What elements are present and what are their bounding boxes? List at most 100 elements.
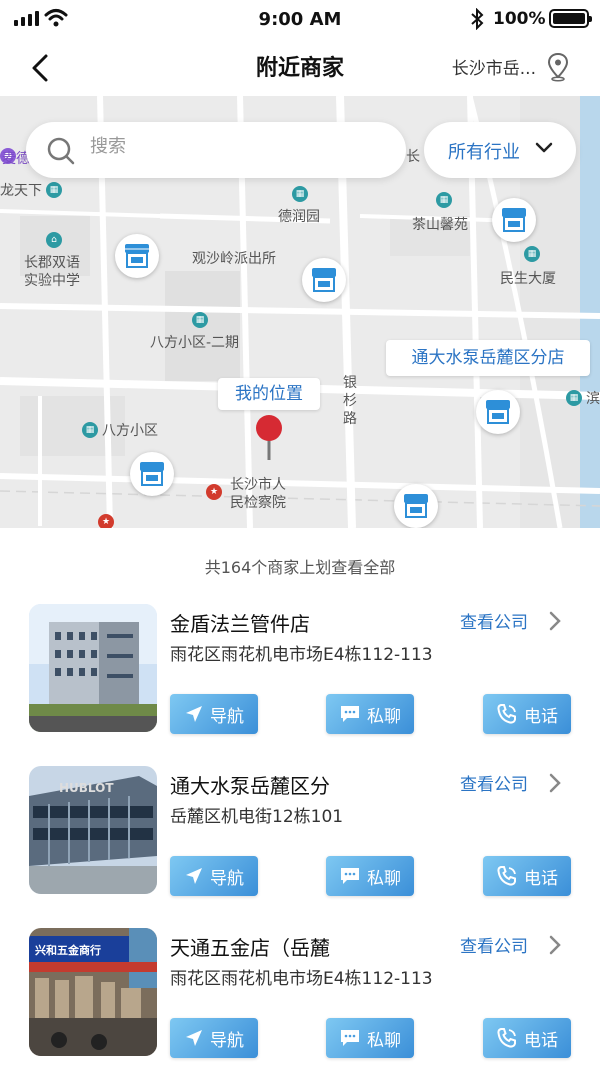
map-view[interactable]: ● 麦德 龙天下 ▦ ⌂ 长郡双语 实验中学 ▦ 德润园 观沙岭派出所 ▦ 茶山…: [0, 96, 600, 528]
poi-minsheng-icon: ▦: [524, 246, 540, 262]
navigate-label: 导航: [210, 1030, 244, 1051]
chat-label: 私聊: [367, 706, 401, 727]
view-company-link[interactable]: 查看公司: [460, 608, 528, 633]
merchant-photo: [29, 604, 157, 732]
building-icon: ▦: [192, 312, 208, 328]
nav-bar: 附近商家 长沙市岳...: [0, 40, 600, 96]
chat-bubble-icon: [341, 706, 359, 722]
navigate-button[interactable]: 导航: [170, 856, 258, 896]
svg-text:兴和五金商行: 兴和五金商行: [35, 943, 101, 957]
location-pin-icon[interactable]: [546, 52, 570, 82]
merchant-list[interactable]: 共164个商家上划查看全部 金盾法兰管件店 查看公司 雨花区雨花机电市场E4栋1…: [0, 528, 600, 1067]
poi-jianchayuan: 长沙市人 民检察院: [230, 477, 286, 511]
svg-text:HUBLOT: HUBLOT: [59, 781, 114, 795]
poi-bafang2: 八方小区-二期: [150, 335, 240, 351]
phone-icon: [497, 1028, 516, 1048]
search-input[interactable]: [90, 136, 380, 157]
poi-changjun: 长郡双语 实验中学: [24, 255, 80, 289]
emblem-icon: ★: [206, 484, 222, 500]
chevron-right-icon[interactable]: [548, 610, 562, 632]
building-icon: ▦: [524, 246, 540, 262]
poi-partial: ★: [98, 514, 114, 528]
poi-bin: ▦ 滨: [566, 388, 600, 408]
building-icon: ▦: [566, 390, 582, 406]
industry-filter-label: 所有行业: [448, 142, 520, 163]
star-icon: ★: [98, 514, 114, 528]
battery-percent: 100%: [493, 9, 546, 29]
poi-guanshaling: 观沙岭派出所: [192, 251, 276, 267]
bluetooth-icon: [471, 8, 484, 30]
navigation-arrow-icon: [186, 706, 202, 722]
chat-label: 私聊: [367, 868, 401, 889]
merchant-photo: 兴和五金商行: [29, 928, 157, 1056]
merchant-address: 雨花区雨花机电市场E4栋112-113: [170, 969, 433, 989]
call-label: 电话: [524, 706, 558, 727]
poi-chashan: 茶山馨苑: [412, 217, 468, 233]
building-icon: ▦: [82, 422, 98, 438]
poi-longtianxia: 龙天下 ▦: [0, 180, 62, 200]
poi-bafang2-icon: ▦: [192, 312, 208, 328]
my-location-label: 我的位置: [218, 378, 320, 410]
chevron-right-icon[interactable]: [548, 772, 562, 794]
chevron-right-icon[interactable]: [548, 934, 562, 956]
shop-icon: [125, 244, 149, 268]
poi-derunyuan: 德润园: [278, 209, 320, 225]
merchant-photo: HUBLOT: [29, 766, 157, 894]
merchant-name[interactable]: 通大水泵岳麓区分: [170, 770, 450, 799]
navigate-button[interactable]: 导航: [170, 694, 258, 734]
merchant-card[interactable]: 金盾法兰管件店 查看公司 雨花区雨花机电市场E4栋112-113 导航 私聊 电…: [0, 604, 600, 766]
shop-marker[interactable]: [394, 484, 438, 528]
shop-icon: [140, 462, 164, 486]
chat-button[interactable]: 私聊: [326, 1018, 414, 1058]
call-button[interactable]: 电话: [483, 694, 571, 734]
search-icon: [47, 137, 75, 165]
building-icon: ▦: [292, 186, 308, 202]
poi-derunyuan-icon: ▦: [292, 186, 308, 202]
phone-icon: [497, 704, 516, 724]
poi-chashan-icon: ▦: [436, 192, 452, 208]
shop-marker[interactable]: [476, 390, 520, 434]
merchant-address: 雨花区雨花机电市场E4栋112-113: [170, 645, 433, 665]
poi-jianchayuan-icon: ★: [206, 484, 222, 500]
chat-button[interactable]: 私聊: [326, 856, 414, 896]
status-bar: 9:00 AM 100%: [0, 0, 600, 40]
navigation-arrow-icon: [186, 868, 202, 884]
search-bar[interactable]: [26, 122, 406, 178]
call-label: 电话: [524, 1030, 558, 1051]
shop-marker[interactable]: [130, 452, 174, 496]
city-selector[interactable]: 长沙市岳...: [452, 54, 536, 79]
shop-marker[interactable]: [492, 198, 536, 242]
industry-filter[interactable]: 所有行业: [424, 122, 576, 178]
chevron-down-icon: [535, 142, 553, 153]
merchant-card[interactable]: 兴和五金商行 天通五金店（岳麓 查看公司 雨花区雨花机电市场E4栋112-113…: [0, 928, 600, 1067]
call-button[interactable]: 电话: [483, 856, 571, 896]
merchant-name[interactable]: 天通五金店（岳麓: [170, 932, 450, 961]
merchant-address: 岳麓区机电街12栋101: [170, 807, 344, 827]
shop-marker[interactable]: [302, 258, 346, 302]
navigate-button[interactable]: 导航: [170, 1018, 258, 1058]
shop-icon: [502, 208, 526, 232]
poi-minsheng: 民生大厦: [500, 271, 556, 287]
merchant-count-text: 共164个商家上划查看全部: [204, 558, 396, 577]
view-company-link[interactable]: 查看公司: [460, 932, 528, 957]
call-label: 电话: [524, 868, 558, 889]
shop-icon: [312, 268, 336, 292]
building-icon: ▦: [46, 182, 62, 198]
poi-label: 滨: [586, 391, 600, 407]
merchant-card[interactable]: HUBLOT 通大水泵岳麓区分 查看公司 岳麓区机电街12栋101 导航 私聊 …: [0, 766, 600, 928]
road-label: 银杉路: [343, 375, 357, 427]
view-company-link[interactable]: 查看公司: [460, 770, 528, 795]
merchant-map-label[interactable]: 通大水泵岳麓区分店: [386, 340, 590, 376]
navigation-arrow-icon: [186, 1030, 202, 1046]
navigate-label: 导航: [210, 868, 244, 889]
chat-button[interactable]: 私聊: [326, 694, 414, 734]
poi-bafang: ▦ 八方小区: [82, 420, 158, 440]
battery-icon: [549, 9, 592, 28]
merchant-name[interactable]: 金盾法兰管件店: [170, 608, 450, 637]
chat-bubble-icon: [341, 1030, 359, 1046]
navigate-label: 导航: [210, 706, 244, 727]
call-button[interactable]: 电话: [483, 1018, 571, 1058]
shop-marker[interactable]: [115, 234, 159, 278]
poi-changjun-icon: ⌂: [46, 232, 62, 248]
school-icon: ⌂: [46, 232, 62, 248]
